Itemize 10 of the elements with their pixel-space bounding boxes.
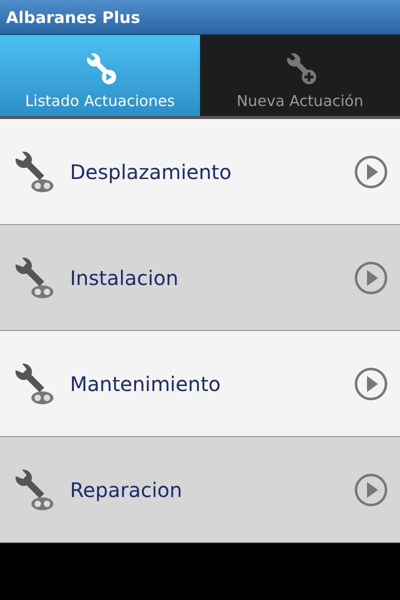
list-item[interactable]: Reparacion <box>0 437 400 543</box>
play-icon[interactable] <box>354 472 388 506</box>
play-icon[interactable] <box>354 260 388 294</box>
list-item[interactable]: Instalacion <box>0 225 400 331</box>
list-item[interactable]: Mantenimiento <box>0 331 400 437</box>
tab[interactable]: Nueva Actuación <box>200 35 400 116</box>
play-icon[interactable] <box>354 366 388 400</box>
list-item[interactable]: Desplazamiento <box>0 119 400 225</box>
play-icon[interactable] <box>354 154 388 188</box>
window-title: Albaranes Plus <box>6 8 140 26</box>
